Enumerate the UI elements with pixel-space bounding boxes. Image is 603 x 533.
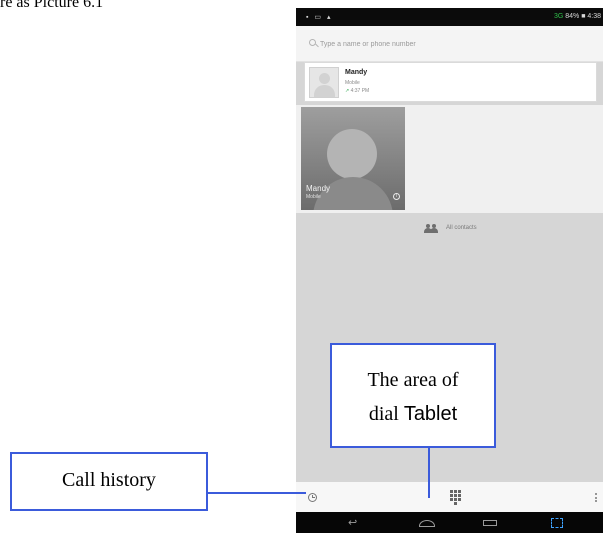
recent-contact-name: Mandy bbox=[345, 69, 368, 76]
status-bar: ▪ ▭ ▴ 3G 84% ■ 4:38 bbox=[296, 8, 603, 26]
contacts-icon bbox=[424, 224, 438, 233]
network-indicator: 3G bbox=[553, 13, 564, 20]
favorites-area: Mandy Mobile i bbox=[296, 105, 603, 213]
info-icon[interactable]: i bbox=[393, 193, 400, 200]
dialpad-icon[interactable] bbox=[450, 490, 462, 505]
call-history-callout: Call history bbox=[10, 452, 208, 511]
recent-contact-type: Mobile bbox=[345, 80, 360, 86]
search-icon bbox=[309, 39, 316, 46]
all-contacts-label: All contacts bbox=[446, 225, 477, 231]
avatar bbox=[309, 67, 339, 98]
recent-call-card[interactable]: Mandy Mobile ↗ 4:37 PM bbox=[304, 62, 597, 102]
overflow-menu-icon[interactable] bbox=[595, 493, 597, 502]
favorite-contact-name: Mandy bbox=[306, 184, 331, 193]
phone-screenshot: ▪ ▭ ▴ 3G 84% ■ 4:38 Mandy Mobile ↗ 4:37 … bbox=[296, 8, 603, 533]
back-icon[interactable]: ↩ bbox=[348, 518, 357, 529]
call-history-callout-text: Call history bbox=[62, 469, 156, 491]
favorite-contact-tile[interactable]: Mandy Mobile i bbox=[301, 107, 405, 210]
dial-area-callout: The area of dial Tablet bbox=[330, 343, 496, 448]
history-callout-connector bbox=[208, 492, 306, 494]
status-indicators: 3G 84% ■ 4:38 bbox=[554, 13, 601, 20]
status-notification-icons: ▪ ▭ ▴ bbox=[306, 14, 333, 21]
dial-area-callout-text: The area of dial Tablet bbox=[367, 369, 459, 425]
screenshot-icon[interactable] bbox=[551, 518, 563, 528]
battery-time: 84% ■ 4:38 bbox=[565, 13, 601, 20]
navigation-bar: ↩ bbox=[296, 512, 603, 533]
home-icon[interactable] bbox=[419, 520, 435, 527]
action-bar bbox=[296, 482, 603, 512]
dial-callout-connector bbox=[428, 448, 430, 498]
search-input[interactable] bbox=[320, 37, 580, 51]
document-heading: re as Picture 6.1 bbox=[0, 0, 104, 11]
call-history-icon[interactable] bbox=[308, 493, 317, 502]
favorite-contact-type: Mobile bbox=[306, 194, 321, 200]
recent-call-time: ↗ 4:37 PM bbox=[345, 88, 370, 94]
recent-apps-icon[interactable] bbox=[483, 520, 497, 526]
search-bar[interactable] bbox=[296, 26, 603, 62]
outgoing-call-icon: ↗ bbox=[345, 88, 350, 94]
